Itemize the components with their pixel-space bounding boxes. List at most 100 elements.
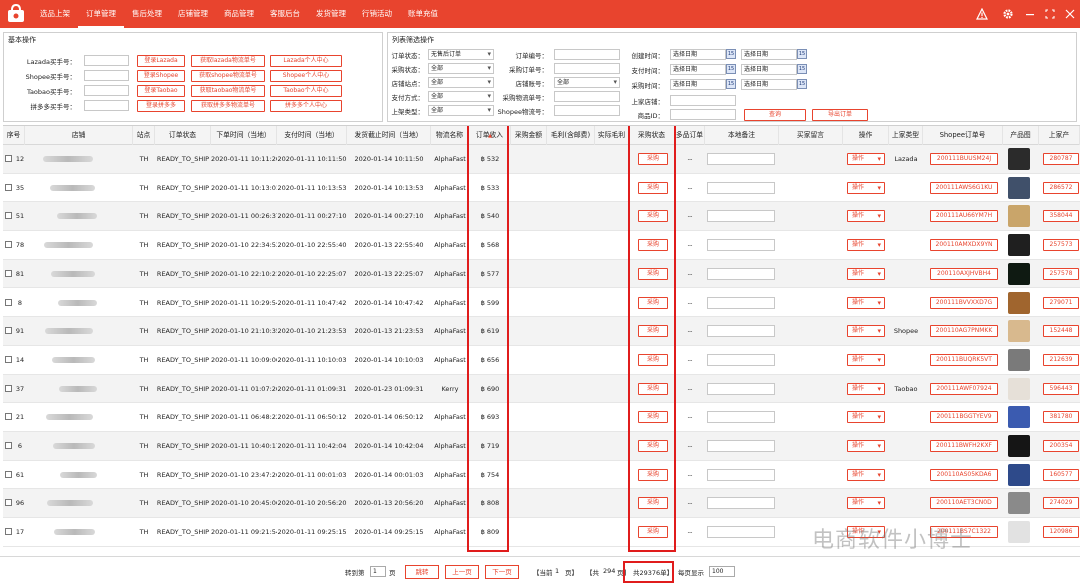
- filter-field[interactable]: [554, 49, 620, 60]
- user-center-button[interactable]: 拼多多个人中心: [270, 100, 342, 112]
- col-header-20[interactable]: 上家产: [1039, 126, 1080, 145]
- shopee-order-number[interactable]: 200111AU66YM7H: [930, 210, 998, 223]
- calendar-icon[interactable]: 15: [726, 64, 736, 74]
- filter-select[interactable]: 无售后订单: [428, 49, 494, 60]
- col-header-11[interactable]: 实际毛利: [595, 126, 629, 145]
- upstream-product-link[interactable]: 596443: [1043, 382, 1079, 395]
- purchase-status-button[interactable]: 采购: [638, 468, 668, 481]
- filter-field[interactable]: [554, 91, 620, 102]
- table-row[interactable]: 78 TH READY_TO_SHIP 2020-01-10 22:34:53 2020…: [3, 231, 1080, 260]
- product-image[interactable]: [1008, 406, 1030, 429]
- login-button[interactable]: 登录Lazada: [137, 55, 185, 67]
- calendar-icon[interactable]: 15: [797, 64, 807, 74]
- nav-item-4[interactable]: 商品管理: [216, 0, 262, 28]
- page-input[interactable]: 1: [370, 566, 386, 577]
- col-header-6[interactable]: 发货截止时间（当地）: [347, 126, 431, 145]
- local-note-input[interactable]: [707, 267, 775, 280]
- shopee-order-number[interactable]: 200110AET3CN0D: [930, 497, 998, 510]
- product-image[interactable]: [1008, 377, 1030, 400]
- per-page-select[interactable]: 100: [709, 566, 735, 577]
- action-dropdown-button[interactable]: 操作: [847, 468, 885, 481]
- export-button[interactable]: 导出订单: [812, 109, 868, 121]
- product-id-input[interactable]: [670, 109, 736, 120]
- col-header-0[interactable]: 序号: [3, 126, 25, 145]
- shopee-order-number[interactable]: 200111BUQRK5VT: [930, 353, 998, 366]
- upstream-product-link[interactable]: 358044: [1043, 210, 1079, 223]
- calendar-icon[interactable]: 15: [797, 79, 807, 89]
- date-from-input[interactable]: 选择日期: [670, 64, 726, 75]
- product-image[interactable]: [1008, 262, 1030, 285]
- shopee-order-number[interactable]: 200111AWS6G1KU: [930, 181, 998, 194]
- col-header-10[interactable]: 毛利(含邮费): [547, 126, 595, 145]
- fetch-tracking-button[interactable]: 获取lazada物流单号: [191, 55, 265, 67]
- prev-page-button[interactable]: 上一页: [445, 565, 479, 579]
- table-row[interactable]: 14 TH READY_TO_SHIP 2020-01-11 10:09:06 2020…: [3, 346, 1080, 375]
- shopee-order-number[interactable]: 200110AG7PNMKK: [930, 325, 998, 338]
- upstream-product-link[interactable]: 120986: [1043, 526, 1079, 539]
- col-header-3[interactable]: 订单状态: [155, 126, 211, 145]
- action-dropdown-button[interactable]: 操作: [847, 497, 885, 510]
- date-to-input[interactable]: 选择日期: [741, 64, 797, 75]
- date-from-input[interactable]: 选择日期: [670, 79, 726, 90]
- upstream-product-link[interactable]: 381780: [1043, 411, 1079, 424]
- sort-asc-icon[interactable]: ▲: [486, 132, 494, 140]
- local-note-input[interactable]: [707, 440, 775, 452]
- action-dropdown-button[interactable]: 操作: [847, 181, 885, 194]
- local-note-input[interactable]: [707, 181, 775, 194]
- login-button[interactable]: 登录Shopee: [137, 70, 185, 82]
- local-note-input[interactable]: [707, 526, 775, 539]
- date-from-input[interactable]: 选择日期: [670, 49, 726, 60]
- fetch-tracking-button[interactable]: 获取shopee物流单号: [191, 70, 265, 82]
- nav-item-8[interactable]: 账单充值: [400, 0, 446, 28]
- filter-field[interactable]: [554, 63, 620, 74]
- action-dropdown-button[interactable]: 操作: [847, 210, 885, 223]
- nav-item-2[interactable]: 售后处理: [124, 0, 170, 28]
- purchase-status-button[interactable]: 采购: [638, 440, 668, 452]
- purchase-status-button[interactable]: 采购: [638, 153, 668, 165]
- shopee-order-number[interactable]: 200111BWFH2KXF: [930, 440, 998, 452]
- product-image[interactable]: [1008, 291, 1030, 314]
- local-note-input[interactable]: [707, 325, 775, 338]
- col-header-1[interactable]: 店铺: [25, 126, 133, 145]
- table-row[interactable]: 81 TH READY_TO_SHIP 2020-01-10 22:10:21 2020…: [3, 259, 1080, 289]
- upstream-product-link[interactable]: 152448: [1043, 325, 1079, 338]
- filter-select[interactable]: 全部: [428, 91, 494, 102]
- nav-item-3[interactable]: 店铺管理: [170, 0, 216, 28]
- calendar-icon[interactable]: 15: [726, 49, 736, 59]
- fetch-tracking-button[interactable]: 获取taobao物流单号: [191, 85, 265, 97]
- shop-input[interactable]: [670, 95, 736, 106]
- upstream-product-link[interactable]: 200354: [1043, 440, 1079, 452]
- col-header-7[interactable]: 物流名称: [431, 126, 469, 145]
- purchase-status-button[interactable]: 采购: [638, 497, 668, 510]
- col-header-15[interactable]: 买家留言: [779, 126, 843, 145]
- nav-item-7[interactable]: 行销活动: [354, 0, 400, 28]
- calendar-icon[interactable]: 15: [726, 79, 736, 89]
- purchase-status-button[interactable]: 采购: [638, 296, 668, 309]
- col-header-18[interactable]: Shopee订单号: [923, 126, 1003, 145]
- col-header-9[interactable]: 采购金额: [511, 126, 547, 145]
- next-page-button[interactable]: 下一页: [485, 565, 519, 579]
- user-center-button[interactable]: Taobao个人中心: [270, 85, 342, 97]
- col-header-19[interactable]: 产品图: [1003, 126, 1039, 145]
- product-image[interactable]: [1008, 234, 1030, 257]
- action-dropdown-button[interactable]: 操作: [847, 153, 885, 165]
- purchase-status-button[interactable]: 采购: [638, 382, 668, 395]
- action-dropdown-button[interactable]: 操作: [847, 239, 885, 252]
- table-row[interactable]: 37 TH READY_TO_SHIP 2020-01-11 01:07:20 2020…: [3, 374, 1080, 404]
- action-dropdown-button[interactable]: 操作: [847, 440, 885, 452]
- local-note-input[interactable]: [707, 239, 775, 252]
- table-row[interactable]: 96 TH READY_TO_SHIP 2020-01-10 20:45:06 2020…: [3, 489, 1080, 519]
- purchase-status-button[interactable]: 采购: [638, 181, 668, 194]
- table-row[interactable]: 91 TH READY_TO_SHIP 2020-01-10 21:10:35 2020…: [3, 317, 1080, 346]
- user-center-button[interactable]: Shopee个人中心: [270, 70, 342, 82]
- date-to-input[interactable]: 选择日期: [741, 79, 797, 90]
- product-image[interactable]: [1008, 348, 1030, 371]
- product-image[interactable]: [1008, 148, 1030, 170]
- shopee-order-number[interactable]: 200110AS05KDA6: [930, 468, 998, 481]
- col-header-2[interactable]: 站点: [133, 126, 155, 145]
- upstream-product-link[interactable]: 279071: [1043, 296, 1079, 309]
- jump-button[interactable]: 跳转: [405, 565, 439, 579]
- local-note-input[interactable]: [707, 382, 775, 395]
- purchase-status-button[interactable]: 采购: [638, 210, 668, 223]
- table-row[interactable]: 35 TH READY_TO_SHIP 2020-01-11 10:13:01 2020…: [3, 174, 1080, 203]
